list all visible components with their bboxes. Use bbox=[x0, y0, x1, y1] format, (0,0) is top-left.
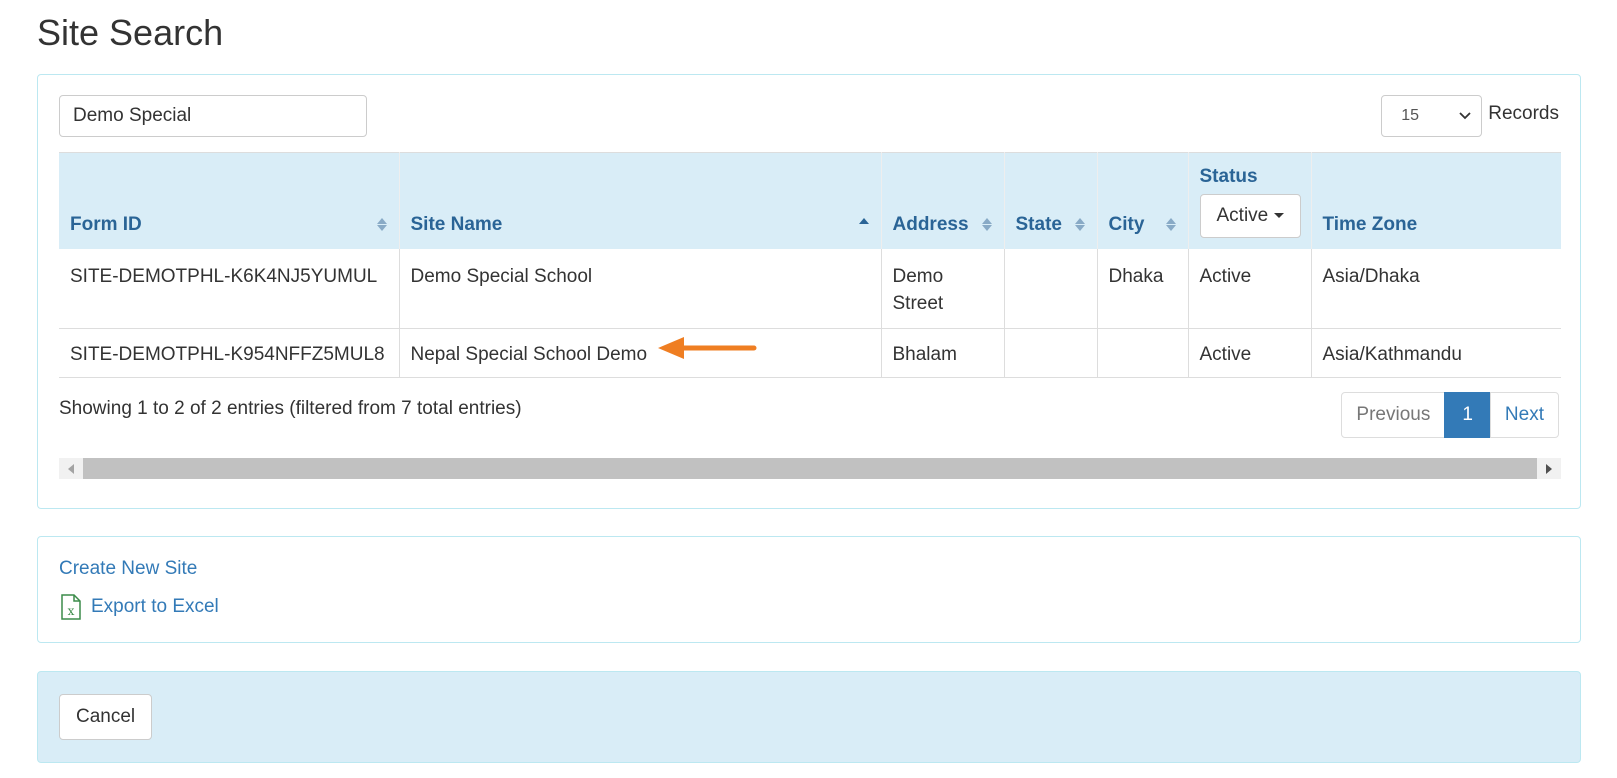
table-header-row: Form ID Site Name Address State City Sta… bbox=[59, 152, 1561, 249]
records-label: Records bbox=[1488, 103, 1559, 124]
pagination-previous[interactable]: Previous bbox=[1341, 392, 1446, 438]
column-label: Status bbox=[1199, 165, 1258, 187]
cell-city bbox=[1097, 328, 1189, 378]
actions-panel: Create New Site x Export to Excel bbox=[37, 536, 1581, 643]
table-row[interactable]: SITE-DEMOTPHL-K6K4NJ5YUMUL Demo Special … bbox=[59, 248, 1561, 329]
sort-ascending-icon bbox=[858, 217, 869, 232]
pagination-page-1[interactable]: 1 bbox=[1444, 392, 1491, 438]
column-header-address[interactable]: Address bbox=[881, 152, 1005, 249]
records-select-value: 15 bbox=[1401, 107, 1420, 124]
cell-status: Active bbox=[1188, 328, 1312, 378]
pagination-next[interactable]: Next bbox=[1489, 392, 1559, 438]
cell-address: Demo Street bbox=[881, 248, 1005, 329]
cell-address: Bhalam bbox=[881, 328, 1005, 378]
page-title: Site Search bbox=[37, 12, 224, 53]
chevron-down-icon bbox=[1459, 112, 1471, 120]
scroll-left-icon[interactable] bbox=[59, 458, 83, 479]
pagination: Previous 1 Next bbox=[1341, 392, 1559, 438]
sort-icon bbox=[1074, 217, 1085, 232]
column-label: City bbox=[1108, 213, 1145, 235]
caret-down-icon bbox=[1274, 213, 1285, 218]
scroll-right-icon[interactable] bbox=[1537, 458, 1561, 479]
footer-panel: Cancel bbox=[37, 671, 1581, 763]
column-header-site-name[interactable]: Site Name bbox=[399, 152, 882, 249]
column-header-form-id[interactable]: Form ID bbox=[59, 152, 400, 249]
column-header-status: Status Active bbox=[1188, 152, 1312, 249]
cell-status: Active bbox=[1188, 248, 1312, 329]
cell-state bbox=[1004, 328, 1098, 378]
column-label: Form ID bbox=[70, 213, 142, 235]
records-control: 15 Records bbox=[1381, 95, 1559, 137]
cell-time-zone: Asia/Dhaka bbox=[1311, 248, 1561, 329]
cell-form-id: SITE-DEMOTPHL-K954NFFZ5MUL8 bbox=[59, 328, 400, 378]
address-line: Demo bbox=[892, 265, 944, 287]
scrollbar-thumb[interactable] bbox=[83, 458, 1537, 479]
cell-state bbox=[1004, 248, 1098, 329]
cell-form-id: SITE-DEMOTPHL-K6K4NJ5YUMUL bbox=[59, 248, 400, 329]
cell-time-zone: Asia/Kathmandu bbox=[1311, 328, 1561, 378]
sort-icon bbox=[1165, 217, 1176, 232]
status-filter-value: Active bbox=[1216, 204, 1269, 226]
create-new-site-link[interactable]: Create New Site bbox=[59, 558, 197, 580]
column-label: Address bbox=[892, 213, 969, 235]
column-header-city[interactable]: City bbox=[1097, 152, 1189, 249]
status-filter-dropdown[interactable]: Active bbox=[1199, 193, 1302, 238]
address-line: Street bbox=[892, 292, 944, 314]
cell-site-name: Demo Special School bbox=[399, 248, 882, 329]
search-input[interactable] bbox=[59, 95, 367, 137]
column-label: State bbox=[1015, 213, 1062, 235]
cell-site-name: Nepal Special School Demo bbox=[399, 328, 882, 378]
column-header-time-zone[interactable]: Time Zone bbox=[1311, 152, 1561, 249]
cancel-button[interactable]: Cancel bbox=[59, 694, 153, 740]
export-row: x Export to Excel bbox=[59, 594, 219, 620]
column-label: Time Zone bbox=[1322, 213, 1418, 235]
table-row[interactable]: SITE-DEMOTPHL-K954NFFZ5MUL8 Nepal Specia… bbox=[59, 328, 1561, 378]
cell-city: Dhaka bbox=[1097, 248, 1189, 329]
annotation-arrow-icon bbox=[658, 337, 757, 359]
records-per-page-select[interactable]: 15 bbox=[1381, 95, 1483, 137]
horizontal-scrollbar[interactable] bbox=[59, 458, 1561, 479]
column-label: Site Name bbox=[410, 213, 503, 235]
table-info: Showing 1 to 2 of 2 entries (filtered fr… bbox=[59, 398, 522, 419]
sites-table: Form ID Site Name Address State City Sta… bbox=[59, 152, 1561, 378]
svg-text:x: x bbox=[68, 604, 75, 618]
search-panel: 15 Records Form ID Site Name Address bbox=[37, 74, 1581, 509]
column-header-state[interactable]: State bbox=[1004, 152, 1098, 249]
sort-icon bbox=[376, 217, 387, 232]
sort-icon bbox=[981, 217, 992, 232]
export-to-excel-link[interactable]: Export to Excel bbox=[91, 596, 219, 618]
excel-file-icon[interactable]: x bbox=[59, 594, 83, 620]
